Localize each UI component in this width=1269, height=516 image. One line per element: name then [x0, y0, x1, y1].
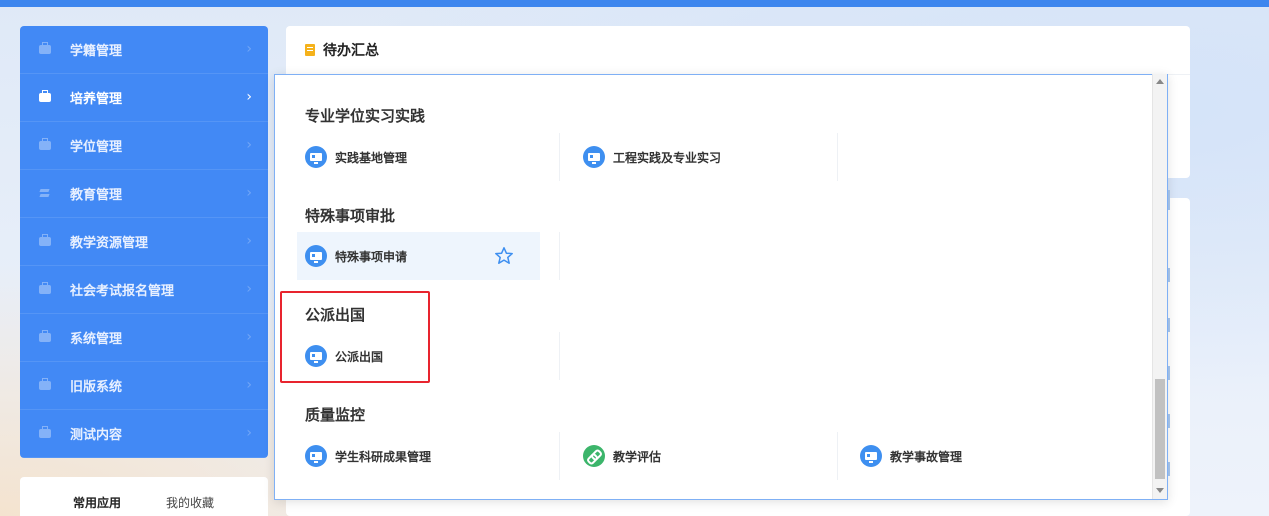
menu-item-label: 实践基地管理 [335, 150, 408, 165]
sidebar-item-label: 旧版系统 [70, 380, 123, 395]
sidebar-item-degree[interactable]: 学位管理 › [20, 122, 268, 170]
sidebar-item-label: 系统管理 [70, 332, 123, 347]
sidebar-item-test[interactable]: 测试内容 › [20, 410, 268, 458]
sidebar-item-training[interactable]: 培养管理 › [20, 74, 268, 122]
layers-icon [39, 189, 51, 198]
sidebar-item-exam-registration[interactable]: 社会考试报名管理 › [20, 266, 268, 314]
menu-item-label: 工程实践及专业实习 [613, 150, 722, 165]
background-link-fragment [1168, 268, 1170, 282]
background-link-fragment [1168, 462, 1170, 476]
background-link-fragment [1168, 318, 1170, 332]
sidebar-item-label: 教学资源管理 [70, 236, 149, 251]
scrollbar-thumb[interactable] [1155, 379, 1165, 479]
menu-item-practice-base[interactable]: 实践基地管理 [297, 133, 560, 181]
scroll-down-arrow-icon[interactable] [1156, 488, 1164, 493]
notepad-icon [305, 44, 315, 56]
monitor-icon [860, 445, 882, 467]
menu-item-label: 特殊事项申请 [335, 249, 408, 264]
tab-common-apps[interactable]: 常用应用 [73, 494, 121, 511]
top-accent-bar [0, 0, 1269, 7]
background-link-fragment [1168, 414, 1170, 428]
chevron-right-icon: › [246, 137, 252, 153]
sidebar-item-teaching-resources[interactable]: 教学资源管理 › [20, 218, 268, 266]
briefcase-icon [39, 426, 51, 438]
tab-my-favorites[interactable]: 我的收藏 [166, 494, 214, 511]
menu-item-label: 学生科研成果管理 [335, 449, 432, 464]
todo-title: 待办汇总 [323, 43, 379, 59]
background-link-fragment [1168, 190, 1170, 210]
sidebar-item-label: 学位管理 [70, 140, 123, 155]
menu-item-teaching-evaluation[interactable]: 教学评估 [575, 432, 838, 480]
menu-item-teaching-accident[interactable]: 教学事故管理 [852, 432, 1095, 480]
briefcase-icon [39, 234, 51, 246]
chevron-right-icon: › [246, 233, 252, 249]
sidebar-item-education[interactable]: 教育管理 › [20, 170, 268, 218]
quick-apps-panel: 常用应用 我的收藏 [20, 477, 268, 516]
sidebar-item-label: 测试内容 [70, 428, 123, 443]
briefcase-icon [39, 138, 51, 150]
menu-item-label: 教学事故管理 [890, 449, 963, 464]
menu-item-engineering-practice[interactable]: 工程实践及专业实习 [575, 133, 838, 181]
sidebar-item-legacy[interactable]: 旧版系统 › [20, 362, 268, 410]
briefcase-icon [39, 282, 51, 294]
sidebar-item-student-records[interactable]: 学籍管理 › [20, 26, 268, 74]
link-icon [583, 445, 605, 467]
sidebar-item-label: 社会考试报名管理 [70, 284, 175, 299]
sidebar-item-system[interactable]: 系统管理 › [20, 314, 268, 362]
chevron-right-icon: › [246, 41, 252, 57]
sidebar-item-label: 学籍管理 [70, 44, 123, 59]
chevron-right-icon: › [246, 281, 252, 297]
chevron-right-icon: › [246, 89, 252, 105]
monitor-icon [305, 245, 327, 267]
section-title-special-approval: 特殊事项审批 [305, 207, 396, 225]
todo-header: 待办汇总 [286, 26, 1190, 75]
menu-item-label: 教学评估 [613, 449, 662, 464]
menu-row: 特殊事项申请 [297, 232, 1137, 280]
sidebar-nav: 学籍管理 › 培养管理 › 学位管理 › 教育管理 › 教学资源管理 › 社会考… [20, 26, 268, 458]
sidebar-item-label: 教育管理 [70, 188, 123, 203]
scroll-up-arrow-icon[interactable] [1156, 79, 1164, 84]
training-submenu-dropdown: 专业学位实习实践 实践基地管理 工程实践及专业实习 特殊事项审批 特殊事项申请 … [274, 74, 1168, 500]
monitor-icon [305, 445, 327, 467]
menu-scrollbar[interactable] [1152, 74, 1167, 499]
section-title-internship: 专业学位实习实践 [305, 107, 426, 125]
monitor-icon [583, 146, 605, 168]
chevron-right-icon: › [246, 425, 252, 441]
monitor-icon [305, 146, 327, 168]
chevron-right-icon: › [246, 377, 252, 393]
briefcase-icon [39, 330, 51, 342]
menu-item-research-results[interactable]: 学生科研成果管理 [297, 432, 560, 480]
briefcase-icon [39, 90, 51, 102]
briefcase-icon [39, 378, 51, 390]
highlight-annotation-box [280, 291, 430, 383]
star-favorite-icon[interactable] [494, 246, 514, 266]
chevron-right-icon: › [246, 185, 252, 201]
sidebar-item-label: 培养管理 [70, 92, 123, 107]
menu-item-special-application[interactable]: 特殊事项申请 [297, 232, 560, 280]
menu-row: 学生科研成果管理 教学评估 教学事故管理 [297, 432, 1137, 480]
menu-row: 实践基地管理 工程实践及专业实习 [297, 133, 1137, 181]
chevron-right-icon: › [246, 329, 252, 345]
section-title-quality: 质量监控 [305, 406, 366, 424]
briefcase-icon [39, 42, 51, 54]
background-link-fragment [1168, 366, 1170, 380]
